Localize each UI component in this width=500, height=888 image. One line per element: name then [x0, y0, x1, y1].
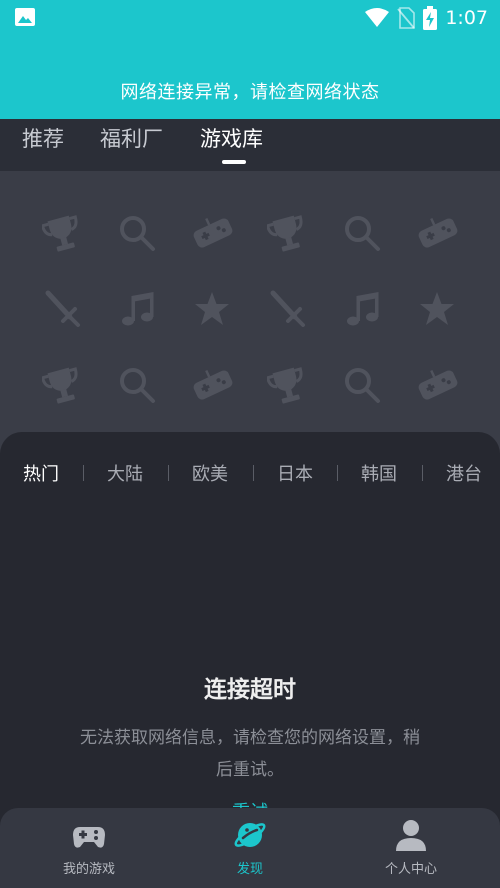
- magnifier-icon: [120, 368, 155, 403]
- error-message: 无法获取网络信息，请检查您的网络设置，稍后重试。: [80, 728, 420, 780]
- trophy-icon: [42, 367, 78, 404]
- magnifier-icon: [345, 216, 380, 251]
- bottom-nav: 我的游戏 发现 个人中心: [0, 808, 500, 888]
- tab-welfare[interactable]: 福利厂: [100, 123, 163, 153]
- region-divider: [337, 465, 338, 481]
- region-tab-hk-tw[interactable]: 港台: [446, 460, 482, 486]
- star-icon: [195, 292, 229, 325]
- tab-active-indicator: [222, 160, 246, 164]
- status-right: 1:07: [365, 5, 488, 31]
- image-icon: [15, 8, 35, 26]
- nav-discover[interactable]: 发现: [175, 818, 325, 884]
- header-pattern: [0, 171, 500, 441]
- top-tabs: 推荐 福利厂 游戏库: [0, 119, 500, 171]
- wifi-icon: [365, 8, 390, 27]
- no-sim-icon: [397, 7, 416, 29]
- status-bar: 1:07: [0, 0, 500, 36]
- nav-label-my-games: 我的游戏: [62, 862, 115, 877]
- trophy-icon: [267, 215, 303, 252]
- content-card: 热门 大陆 欧美 日本 韩国 港台 连接超时 无法获取网络信息，请检查您的网络设…: [0, 432, 500, 832]
- region-divider: [253, 465, 254, 481]
- magnifier-icon: [345, 368, 380, 403]
- battery-charging-icon: [423, 6, 438, 30]
- trophy-icon: [42, 215, 78, 252]
- sword-icon: [45, 290, 80, 327]
- status-time: 1:07: [445, 7, 488, 29]
- nav-label-profile: 个人中心: [384, 862, 437, 877]
- nav-label-discover: 发现: [236, 862, 263, 877]
- region-divider: [168, 465, 169, 481]
- gamepad-icon: [73, 827, 105, 848]
- star-icon: [420, 292, 454, 325]
- magnifier-icon: [120, 216, 155, 251]
- person-icon: [396, 820, 426, 851]
- nav-profile[interactable]: 个人中心: [336, 818, 486, 884]
- top-banner-area: 1:07 网络连接异常，请检查网络状态: [0, 0, 500, 119]
- planet-icon: [234, 823, 266, 847]
- gamepad-icon: [418, 369, 458, 400]
- gamepad-icon: [193, 217, 233, 248]
- region-divider: [422, 465, 423, 481]
- sword-icon: [270, 290, 305, 327]
- tab-recommend[interactable]: 推荐: [22, 123, 64, 153]
- region-tab-western[interactable]: 欧美: [192, 460, 228, 486]
- trophy-icon: [267, 367, 303, 404]
- region-tab-hot[interactable]: 热门: [23, 460, 59, 486]
- region-tabs: 热门 大陆 欧美 日本 韩国 港台: [0, 460, 500, 490]
- gamepad-icon: [193, 369, 233, 400]
- tab-game-library[interactable]: 游戏库: [200, 123, 263, 153]
- error-title: 连接超时: [204, 677, 296, 703]
- region-tab-mainland[interactable]: 大陆: [107, 460, 143, 486]
- music-note-icon: [347, 292, 379, 326]
- network-warning-text: 网络连接异常，请检查网络状态: [120, 82, 380, 103]
- region-tab-korea[interactable]: 韩国: [361, 460, 397, 486]
- screen: 1:07 网络连接异常，请检查网络状态 推荐 福利厂 游戏库 热门 大陆 欧美 …: [0, 0, 500, 888]
- gamepad-icon: [418, 217, 458, 248]
- region-tab-japan[interactable]: 日本: [277, 460, 313, 486]
- nav-my-games[interactable]: 我的游戏: [14, 818, 164, 884]
- region-divider: [83, 465, 84, 481]
- music-note-icon: [122, 292, 154, 326]
